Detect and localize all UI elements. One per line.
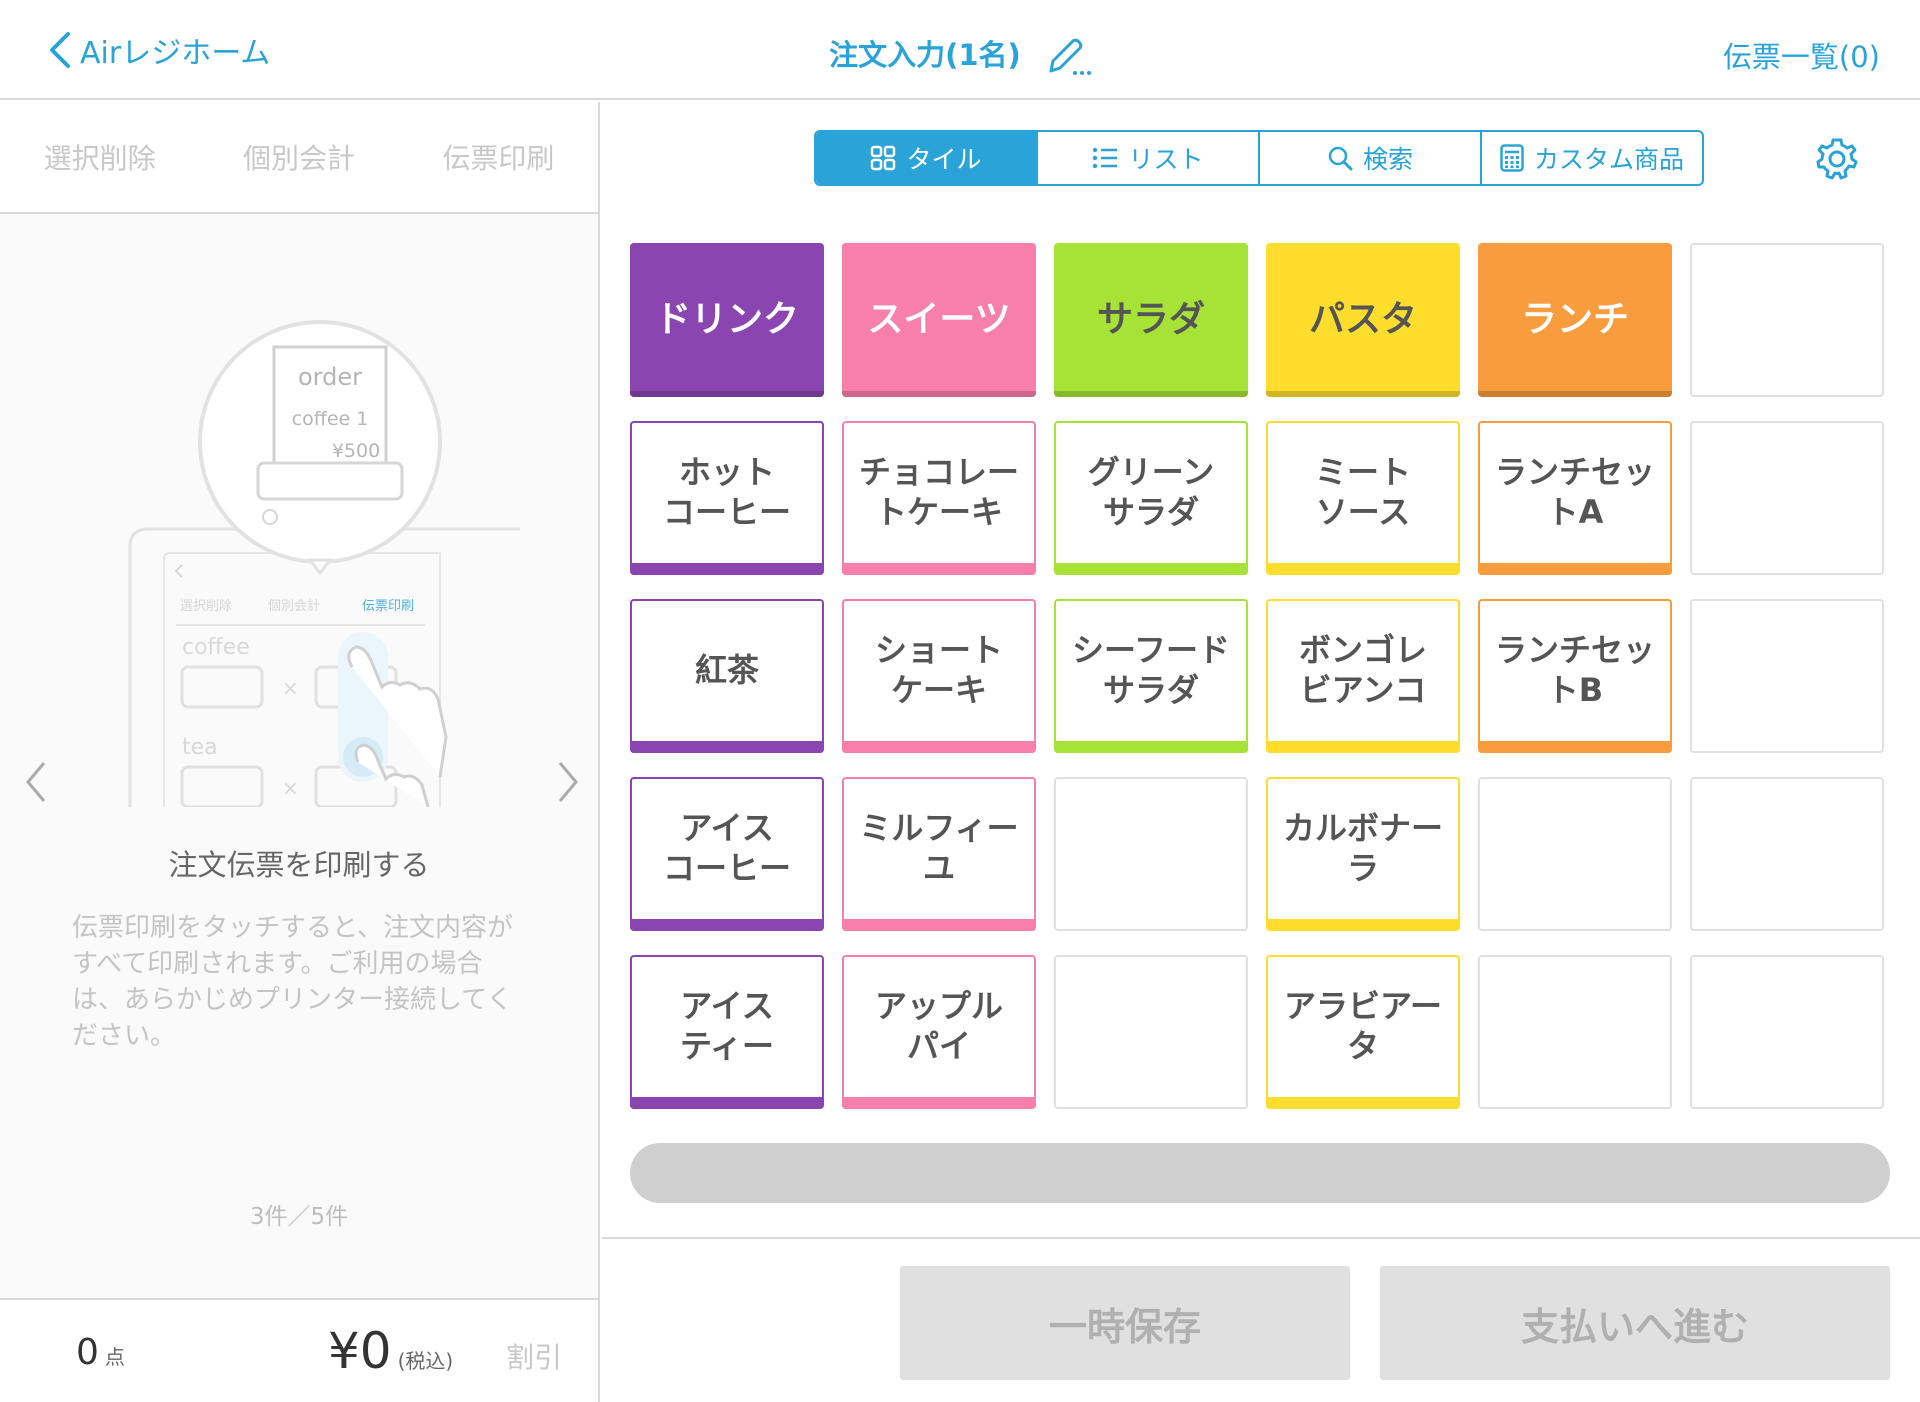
product-tile-label: アラビアータ [1283, 987, 1443, 1065]
illus-tab-3: 伝票印刷 [362, 599, 414, 614]
order-actions-bar: 選択削除 個別会計 伝票印刷 [0, 102, 598, 214]
product-tile-meat-sauce[interactable]: ミート ソース [1266, 421, 1460, 575]
print-tutorial-illustration: 選択削除 個別会計 伝票印刷 coffee × tea × order coff… [128, 320, 520, 807]
product-tile-carbonara[interactable]: カルボナーラ [1266, 777, 1460, 931]
product-tile-shortcake[interactable]: ショート ケーキ [842, 599, 1036, 753]
product-tile-black-tea[interactable]: 紅茶 [630, 599, 824, 753]
category-tile-pasta[interactable]: パスタ [1266, 243, 1460, 397]
product-tile-label: ミルフィーユ [859, 809, 1019, 887]
product-tile-label: ミート ソース [1314, 453, 1411, 531]
order-panel: 選択削除 個別会計 伝票印刷 選択削除 個別会計 伝票印刷 coffee × t… [0, 102, 600, 1402]
illus-tab-2: 個別会計 [268, 598, 320, 614]
tutorial-body: 伝票印刷をタッチすると、注文内容がすべて印刷されます。ご利用の場合は、あらかじめ… [72, 913, 513, 1051]
item-count-unit: 点 [104, 1345, 125, 1369]
item-count-value: 0 [76, 1332, 99, 1373]
empty-tile[interactable] [1054, 955, 1248, 1109]
empty-tile[interactable] [1690, 243, 1884, 397]
illus-receipt-line: coffee 1 [292, 408, 369, 430]
product-tile-grid: ドリンク スイーツ サラダ パスタ ランチ ホット コーヒー チョコレー トケーキ … [630, 243, 1884, 1109]
product-tile-apple-pie[interactable]: アップル パイ [842, 955, 1036, 1109]
order-summary: 0点 ¥0 (税込) 割引 [0, 1298, 598, 1402]
illus-tab-1: 選択削除 [180, 599, 232, 614]
slip-list-link[interactable]: 伝票一覧(0) [1723, 34, 1880, 76]
hold-order-button[interactable]: 一時保存 [900, 1266, 1350, 1380]
empty-tile[interactable] [1690, 777, 1884, 931]
page-title-text: 注文入力(1名) [829, 38, 1021, 72]
product-tile-label: アイス コーヒー [662, 809, 791, 887]
product-tile-seafood-salad[interactable]: シーフード サラダ [1054, 599, 1248, 753]
next-arrow-icon[interactable] [552, 757, 582, 807]
divider [602, 1237, 1920, 1239]
empty-tile[interactable] [1690, 599, 1884, 753]
prev-arrow-icon[interactable] [22, 757, 52, 807]
split-payment-button[interactable]: 個別会計 [199, 137, 398, 177]
product-tile-label: ホット コーヒー [662, 453, 791, 531]
product-tile-green-salad[interactable]: グリーン サラダ [1054, 421, 1248, 575]
grid-icon [871, 145, 896, 171]
empty-tile[interactable] [1690, 421, 1884, 575]
product-tile-iced-tea[interactable]: アイス ティー [630, 955, 824, 1109]
product-tile-label: ランチセッ トB [1494, 631, 1655, 709]
tab-list[interactable]: リスト [1038, 132, 1260, 184]
product-tile-label: カルボナーラ [1282, 809, 1443, 887]
order-total-value: ¥0 [328, 1322, 392, 1380]
tab-tile-label: タイル [906, 145, 982, 174]
tab-search[interactable]: 検索 [1260, 132, 1482, 184]
settings-gear-icon[interactable] [1814, 136, 1860, 182]
product-tile-label: チョコレー トケーキ [858, 453, 1019, 531]
list-icon [1093, 147, 1118, 169]
product-tile-label: 紅茶 [694, 651, 759, 689]
tab-tile[interactable]: タイル [816, 132, 1038, 184]
header-bar: Airレジホーム 注文入力(1名) 伝票一覧(0) [0, 0, 1920, 100]
product-tile-label: アイス ティー [679, 987, 775, 1065]
proceed-to-payment-button[interactable]: 支払いへ進む [1380, 1266, 1890, 1380]
category-tile-sweets[interactable]: スイーツ [842, 243, 1036, 397]
category-tile-drink[interactable]: ドリンク [630, 243, 824, 397]
category-tile-salad[interactable]: サラダ [1054, 243, 1248, 397]
view-mode-tabs: タイル リスト 検索 カスタム商品 [814, 130, 1704, 186]
product-tile-iced-coffee[interactable]: アイス コーヒー [630, 777, 824, 931]
product-tile-label: シーフード サラダ [1071, 631, 1231, 709]
product-tile-label: ショート ケーキ [874, 631, 1003, 709]
print-slip-button[interactable]: 伝票印刷 [399, 137, 598, 177]
product-tile-lunch-set-a[interactable]: ランチセッ トA [1478, 421, 1672, 575]
product-tile-vongole-bianco[interactable]: ボンゴレ ビアンコ [1266, 599, 1460, 753]
product-tile-chocolate-cake[interactable]: チョコレー トケーキ [842, 421, 1036, 575]
delete-selected-button[interactable]: 選択削除 [0, 137, 199, 177]
product-tile-arrabbiata[interactable]: アラビアータ [1266, 955, 1460, 1109]
svg-text:×: × [282, 776, 299, 800]
empty-tile[interactable] [1478, 955, 1672, 1109]
product-tile-label: ランチセッ トA [1494, 453, 1655, 531]
edit-pencil-icon[interactable] [1045, 37, 1091, 77]
tab-custom-item-label: カスタム商品 [1533, 145, 1684, 174]
item-count: 0点 [76, 1332, 125, 1373]
tab-list-label: リスト [1128, 145, 1204, 174]
product-tile-hot-coffee[interactable]: ホット コーヒー [630, 421, 824, 575]
tab-custom-item[interactable]: カスタム商品 [1482, 132, 1702, 184]
page-title[interactable]: 注文入力(1名) [0, 32, 1920, 77]
tax-note: (税込) [397, 1349, 454, 1373]
product-tile-label: グリーン サラダ [1087, 453, 1215, 531]
product-tile-mille-feuille[interactable]: ミルフィーユ [842, 777, 1036, 931]
order-total: ¥0 (税込) [328, 1322, 453, 1380]
empty-tile[interactable] [1478, 777, 1672, 931]
product-tile-label: アップル パイ [874, 987, 1003, 1065]
horizontal-scrollbar[interactable] [630, 1143, 1890, 1203]
tutorial-title: 注文伝票を印刷する [168, 848, 430, 882]
illus-item-2: tea [182, 735, 218, 760]
calculator-icon [1500, 144, 1524, 172]
tutorial-pager: 3件／5件 [249, 1204, 349, 1230]
empty-tile[interactable] [1054, 777, 1248, 931]
tab-search-label: 検索 [1362, 145, 1413, 174]
empty-tile[interactable] [1690, 955, 1884, 1109]
product-tile-lunch-set-b[interactable]: ランチセッ トB [1478, 599, 1672, 753]
illus-receipt-title: order [298, 363, 362, 391]
product-tile-label: ボンゴレ ビアンコ [1298, 631, 1427, 709]
illus-item-1: coffee [182, 635, 250, 660]
illus-receipt-price: ¥500 [332, 440, 380, 462]
search-icon [1328, 146, 1353, 171]
svg-text:×: × [282, 676, 299, 700]
category-tile-lunch[interactable]: ランチ [1478, 243, 1672, 397]
discount-button[interactable]: 割引 [506, 1336, 562, 1376]
